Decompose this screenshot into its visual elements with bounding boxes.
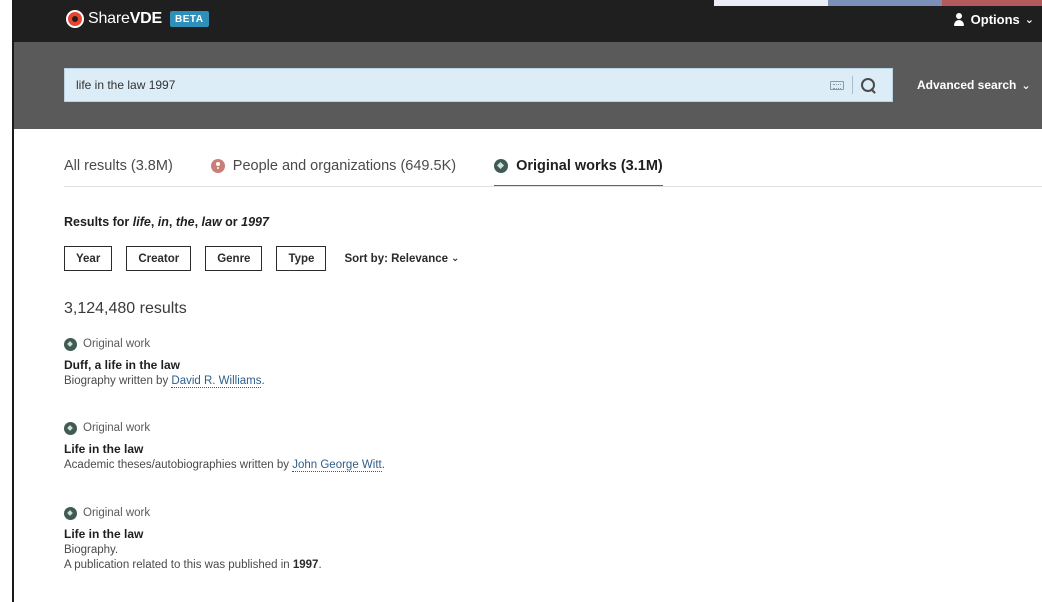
search-box [64,68,893,102]
search-input[interactable] [65,69,830,101]
search-band: Advanced search ⌄ [14,42,1042,129]
result-title[interactable]: Duff, a life in the law [64,358,265,372]
tabs-divider [64,186,1042,187]
year-filter-button[interactable]: Year [64,246,113,271]
top-bar: ShareVDE BETA Options ⌄ [14,0,1042,42]
tab-original-works[interactable]: Original works (3.1M) [494,145,663,187]
search-icon[interactable] [861,77,876,93]
background-window-edge [714,0,1042,6]
sharevde-logo[interactable]: ShareVDE BETA [66,10,209,28]
result-type: Original work [64,505,322,521]
keyboard-icon[interactable] [830,80,844,90]
result-type: Original work [64,420,385,436]
options-menu[interactable]: Options ⌄ [953,12,1034,27]
result-type-label: Original work [83,507,151,519]
chevron-down-icon: ⌄ [1021,79,1031,92]
sort-dropdown[interactable]: Sort by: Relevance ⌄ [344,253,459,265]
result-count: 3,124,480 results [64,300,187,317]
beta-badge: BETA [170,11,209,27]
logo-icon [66,10,84,28]
author-link[interactable]: John George Witt [292,459,382,472]
result-item: Original work Life in the law Biography.… [64,505,322,571]
type-filter-button[interactable]: Type [276,246,327,271]
result-title[interactable]: Life in the law [64,527,322,541]
advanced-search-button[interactable]: Advanced search ⌄ [917,78,1031,92]
tab-label: People and organizations (649.5K) [232,158,457,174]
original-work-icon [494,159,509,173]
filter-bar: Year Creator Genre Type Sort by: Relevan… [64,246,459,271]
user-icon [953,12,965,27]
result-title[interactable]: Life in the law [64,442,385,456]
creator-filter-button[interactable]: Creator [126,246,192,271]
person-icon [210,159,225,173]
tab-people-organizations[interactable]: People and organizations (649.5K) [210,145,457,187]
result-type: Original work [64,336,265,352]
result-type-label: Original work [83,422,151,434]
result-item: Original work Duff, a life in the law Bi… [64,336,265,388]
result-tabs: All results (3.8M) People and organizati… [64,145,701,187]
original-work-icon [64,421,77,435]
result-description: Academic theses/autobiographies written … [64,459,385,472]
original-work-icon [64,337,77,351]
result-type-label: Original work [83,338,151,350]
result-description: Biography written by David R. Williams. [64,375,265,388]
search-divider [852,76,853,94]
results-for-heading: Results for life, in, the, law or 1997 [64,215,269,229]
chevron-down-icon: ⌄ [451,253,460,264]
result-publication-note: A publication related to this was publis… [64,559,322,571]
result-description: Biography. [64,544,119,556]
author-link[interactable]: David R. Williams [171,375,262,388]
result-item: Original work Life in the law Academic t… [64,420,385,472]
logo-text: ShareVDE [88,10,163,27]
genre-filter-button[interactable]: Genre [205,246,263,271]
tab-all-results[interactable]: All results (3.8M) [64,145,173,187]
chevron-down-icon: ⌄ [1024,14,1034,26]
advanced-search-label: Advanced search [917,78,1017,92]
sort-label: Sort by: Relevance [344,252,449,265]
original-work-icon [64,506,77,520]
tab-label: Original works (3.1M) [516,158,663,174]
options-label: Options [970,12,1020,27]
tab-label: All results (3.8M) [64,158,173,174]
